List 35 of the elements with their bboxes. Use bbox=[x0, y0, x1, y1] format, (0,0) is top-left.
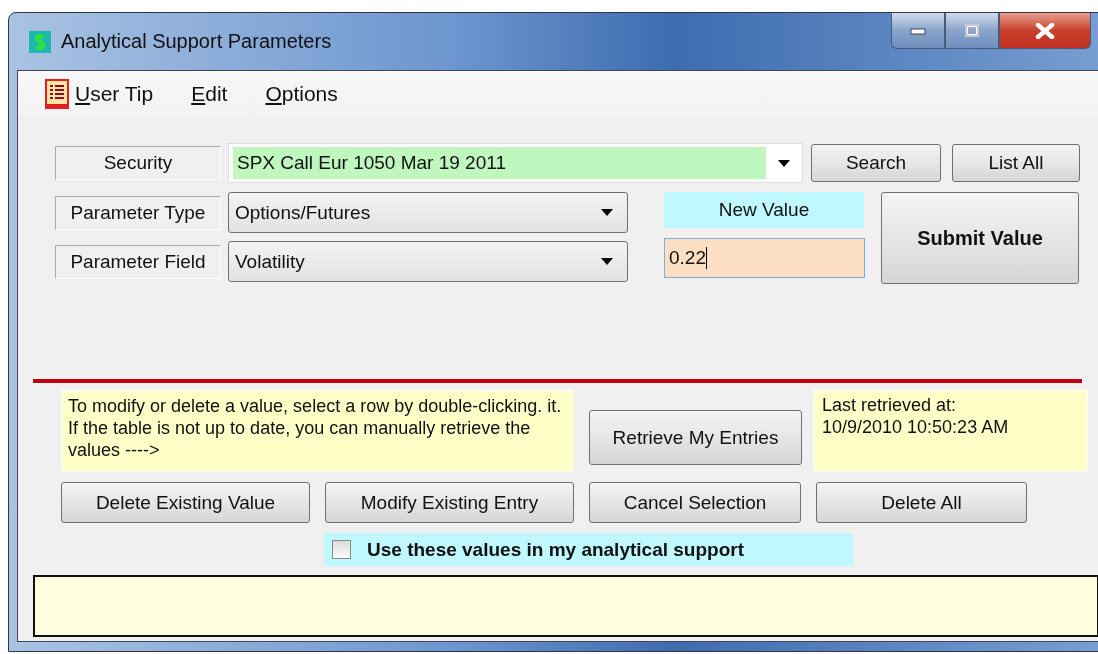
submit-value-button[interactable]: Submit Value bbox=[881, 192, 1079, 284]
list-icon bbox=[45, 79, 69, 109]
window-title: Analytical Support Parameters bbox=[61, 30, 332, 53]
checkbox[interactable] bbox=[332, 540, 351, 559]
maximize-button[interactable] bbox=[945, 13, 999, 49]
new-value-input[interactable]: 0.22 bbox=[664, 238, 865, 278]
menu-item[interactable]: Edit bbox=[191, 82, 228, 106]
dollar-icon bbox=[29, 30, 51, 53]
maximize-icon bbox=[965, 24, 979, 37]
minimize-button[interactable] bbox=[891, 13, 945, 49]
minimize-icon bbox=[910, 26, 926, 35]
search-button[interactable]: Search bbox=[811, 144, 941, 182]
action-button[interactable]: Cancel Selection bbox=[589, 482, 801, 523]
security-combobox[interactable]: SPX Call Eur 1050 Mar 19 2011 bbox=[228, 143, 803, 183]
instruction-note: To modify or delete a value, select a row by double-clicking. it. If the table is not up to date, you can manually retrieve the values ----> bbox=[61, 390, 574, 472]
close-button[interactable] bbox=[999, 13, 1091, 49]
list-all-button[interactable]: List All bbox=[952, 144, 1080, 182]
dropdown-arrow-icon bbox=[601, 209, 613, 216]
action-button[interactable]: Modify Existing Entry bbox=[325, 482, 574, 523]
new-value-label: New Value bbox=[664, 192, 864, 228]
parameter-dropdown[interactable]: Options/Futures bbox=[228, 192, 628, 233]
menu-item[interactable]: Options bbox=[265, 82, 338, 106]
dropdown-arrow-icon bbox=[601, 258, 613, 265]
parameter-dropdown[interactable]: Volatility bbox=[228, 241, 628, 282]
dropdown-arrow-icon bbox=[778, 159, 790, 167]
security-label: Security bbox=[55, 146, 221, 180]
retrieve-entries-button[interactable]: Retrieve My Entries bbox=[589, 410, 802, 465]
close-icon bbox=[1035, 22, 1055, 39]
action-button[interactable]: Delete Existing Value bbox=[61, 482, 310, 523]
parameter-label: Parameter Type bbox=[55, 195, 221, 230]
menu-item[interactable]: User Tip bbox=[45, 79, 154, 109]
parameter-label: Parameter Field bbox=[55, 244, 221, 279]
checkbox-label: Use these values in my analytical support bbox=[367, 538, 744, 561]
last-retrieved-note: Last retrieved at: 10/9/2010 10:50:23 AM bbox=[813, 390, 1088, 472]
action-button[interactable]: Delete All bbox=[816, 482, 1027, 523]
